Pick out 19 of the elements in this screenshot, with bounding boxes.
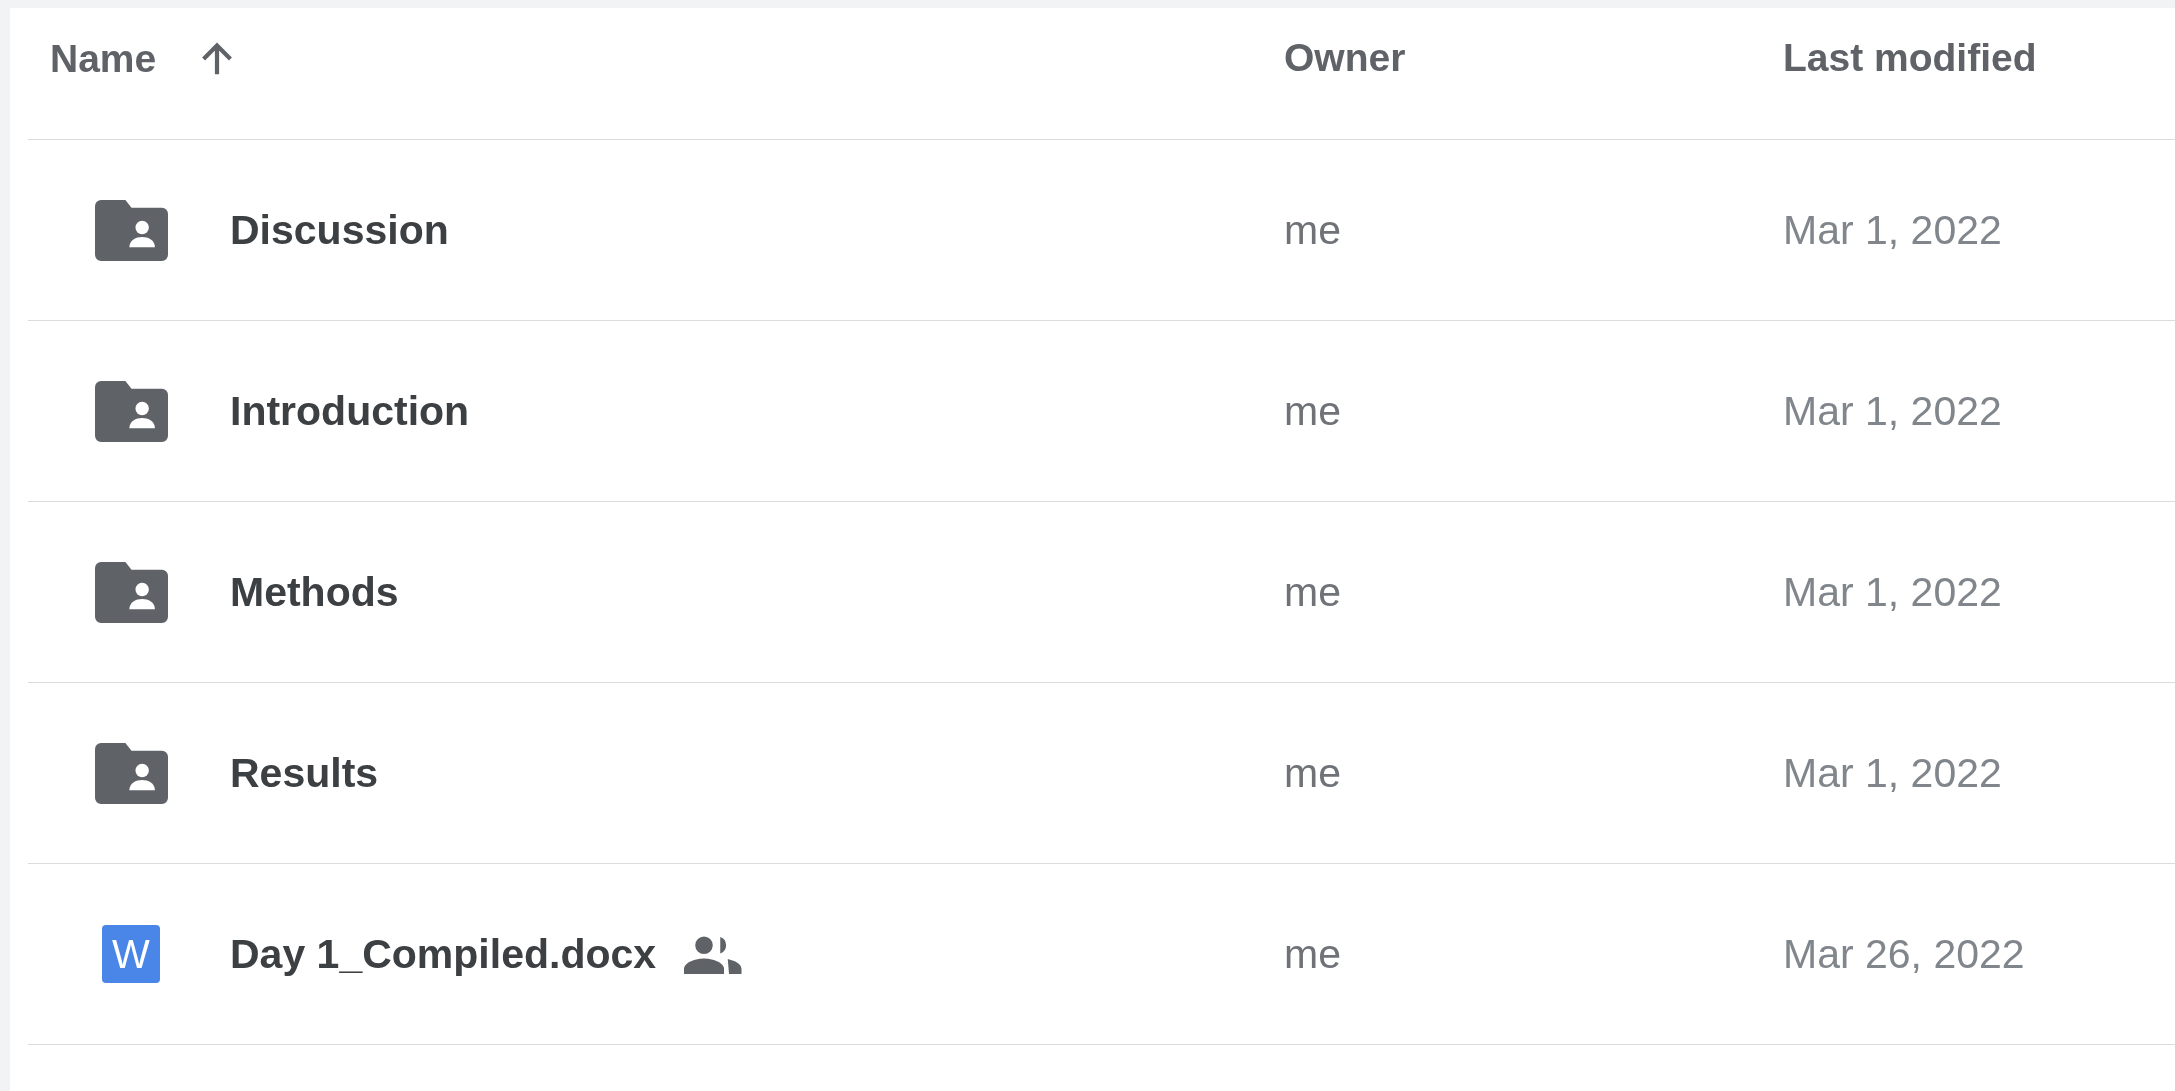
owner-cell-text: me bbox=[1284, 749, 1342, 797]
file-name[interactable]: Discussion bbox=[230, 206, 449, 254]
modified-date: Mar 26, 2022 bbox=[1783, 930, 2026, 978]
modified-date: Mar 1, 2022 bbox=[1783, 568, 2003, 616]
owner-cell-text: me bbox=[1284, 206, 1342, 254]
modified-date: Mar 1, 2022 bbox=[1783, 206, 2003, 254]
modified-date: Mar 1, 2022 bbox=[1783, 749, 2003, 797]
column-header[interactable]: Name bbox=[50, 37, 157, 81]
file-name[interactable]: Methods bbox=[230, 568, 399, 616]
owner-cell-text: me bbox=[1284, 387, 1342, 435]
owner-cell-text: me bbox=[1284, 930, 1342, 978]
file-name[interactable]: Day 1_Compiled.docx bbox=[230, 930, 657, 978]
file-name[interactable]: Introduction bbox=[230, 387, 470, 435]
file-name[interactable]: Results bbox=[230, 749, 379, 797]
owner-cell-text: me bbox=[1284, 568, 1342, 616]
column-header[interactable]: Last modified bbox=[1783, 36, 2037, 80]
document-icon: W bbox=[102, 925, 160, 983]
column-header[interactable]: Owner bbox=[1284, 36, 1406, 80]
modified-date: Mar 1, 2022 bbox=[1783, 387, 2003, 435]
